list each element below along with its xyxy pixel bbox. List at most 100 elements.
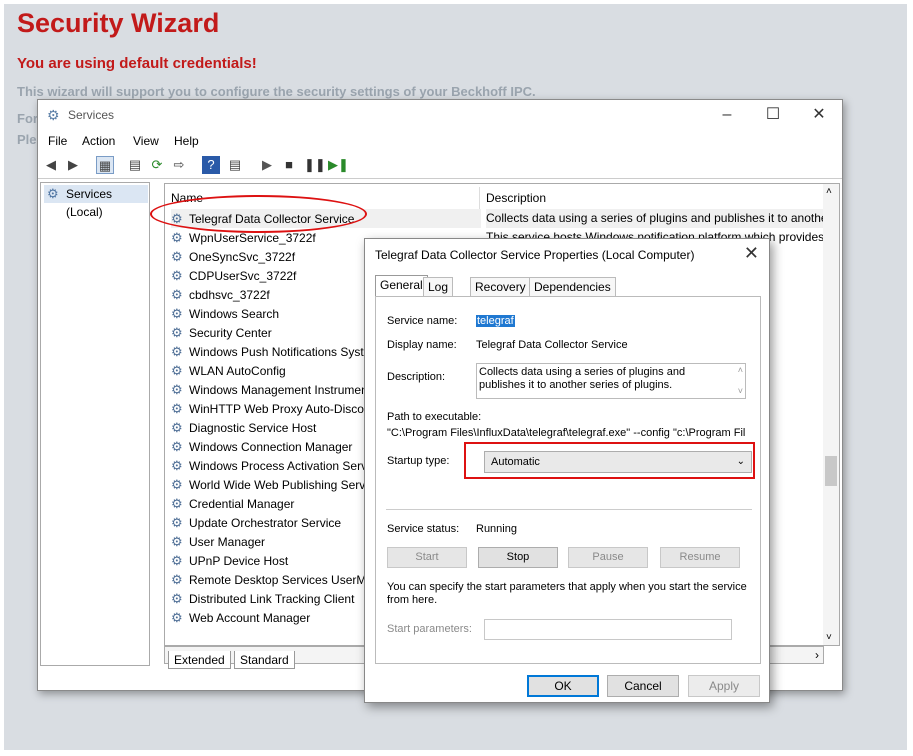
menu-action[interactable]: Action bbox=[82, 134, 115, 148]
export-icon[interactable]: ⇨ bbox=[170, 156, 188, 174]
gear-icon: ⚙ bbox=[171, 458, 183, 473]
ok-button[interactable]: OK bbox=[527, 675, 599, 697]
general-tab-body: Service name: telegraf Display name: Tel… bbox=[375, 296, 761, 664]
service-name: World Wide Web Publishing Service bbox=[189, 478, 381, 492]
warning-text: You are using default credentials! bbox=[17, 55, 257, 72]
start-parameters-input[interactable] bbox=[484, 619, 732, 640]
page-title: Security Wizard bbox=[17, 8, 220, 38]
start-button[interactable]: Start bbox=[387, 547, 467, 568]
scroll-right-icon[interactable]: › bbox=[815, 648, 819, 662]
services-gear-icon: ⚙ bbox=[47, 107, 60, 123]
gear-icon: ⚙ bbox=[171, 477, 183, 492]
service-name: WLAN AutoConfig bbox=[189, 364, 286, 378]
restart-icon[interactable]: ▶❚ bbox=[328, 156, 349, 174]
tree-pane: ⚙ Services (Local) bbox=[40, 182, 150, 666]
dialog-title: Telegraf Data Collector Service Properti… bbox=[375, 248, 695, 262]
back-icon[interactable]: ◀ bbox=[42, 156, 60, 174]
column-header-description[interactable]: Description bbox=[480, 187, 826, 209]
stop-icon[interactable]: ■ bbox=[280, 156, 298, 174]
gear-icon: ⚙ bbox=[171, 249, 183, 264]
highlight-box bbox=[464, 442, 755, 479]
refresh-icon[interactable]: ⟳ bbox=[148, 156, 166, 174]
start-parameters-label: Start parameters: bbox=[387, 623, 472, 635]
service-name: Credential Manager bbox=[189, 497, 295, 511]
service-name: OneSyncSvc_3722f bbox=[189, 250, 296, 264]
service-name: Windows Push Notifications System bbox=[189, 345, 381, 359]
gear-icon: ⚙ bbox=[171, 610, 183, 625]
service-status-value: Running bbox=[476, 523, 517, 535]
description-label: Description: bbox=[387, 371, 446, 383]
show-tree-icon[interactable]: ▦ bbox=[96, 156, 114, 174]
properties-icon[interactable]: ▤ bbox=[126, 156, 144, 174]
service-name: Diagnostic Service Host bbox=[189, 421, 317, 435]
tab-standard[interactable]: Standard bbox=[234, 651, 295, 669]
dialog-close-icon[interactable]: ✕ bbox=[744, 243, 759, 264]
cancel-button[interactable]: Cancel bbox=[607, 675, 679, 697]
scroll-up-icon[interactable]: ˄ bbox=[826, 186, 832, 197]
gear-icon: ⚙ bbox=[171, 420, 183, 435]
service-name: Distributed Link Tracking Client bbox=[189, 592, 355, 606]
gear-icon: ⚙ bbox=[171, 572, 183, 587]
menu-file[interactable]: File bbox=[48, 134, 67, 148]
service-name: Security Center bbox=[189, 326, 272, 340]
tab-dependencies[interactable]: Dependencies bbox=[529, 277, 616, 296]
pause-icon[interactable]: ❚❚ bbox=[304, 156, 326, 174]
tab-log-on[interactable]: Log On bbox=[423, 277, 454, 312]
toolbar: ◀ ▶ ▦ ▤ ⟳ ⇨ ? ▤ ▶ ■ ❚❚ ▶❚ bbox=[38, 153, 842, 179]
play-icon[interactable]: ▶ bbox=[258, 156, 276, 174]
apply-button[interactable]: Apply bbox=[688, 675, 760, 697]
gear-icon: ⚙ bbox=[171, 344, 183, 359]
service-name: WpnUserService_3722f bbox=[189, 231, 316, 245]
service-description: Collects data using a series of plugins … bbox=[486, 209, 823, 228]
resume-button[interactable]: Resume bbox=[660, 547, 740, 568]
service-name: cbdhsvc_3722f bbox=[189, 288, 270, 302]
tab-extended[interactable]: Extended bbox=[168, 651, 231, 669]
gear-icon: ⚙ bbox=[171, 515, 183, 530]
service-name: Web Account Manager bbox=[189, 611, 311, 625]
vertical-scrollbar[interactable]: ˄ ˅ bbox=[823, 184, 839, 645]
tab-general[interactable]: General bbox=[375, 275, 428, 297]
description-box[interactable]: Collects data using a series of plugins … bbox=[476, 363, 746, 399]
gear-icon: ⚙ bbox=[171, 534, 183, 549]
gear-icon: ⚙ bbox=[171, 268, 183, 283]
gear-icon: ⚙ bbox=[171, 591, 183, 606]
menu-help[interactable]: Help bbox=[174, 134, 199, 148]
gear-icon: ⚙ bbox=[171, 306, 183, 321]
service-name-value[interactable]: telegraf bbox=[476, 315, 515, 327]
services-window-title: Services bbox=[68, 108, 115, 122]
gear-icon: ⚙ bbox=[171, 439, 183, 454]
close-button[interactable]: ✕ bbox=[804, 105, 834, 125]
tree-item-label: Services (Local) bbox=[66, 187, 113, 219]
view-icon[interactable]: ▤ bbox=[226, 156, 244, 174]
display-name-value[interactable]: Telegraf Data Collector Service bbox=[476, 339, 628, 351]
stop-button[interactable]: Stop bbox=[478, 547, 558, 568]
description-scroll-up-icon[interactable]: ˄ bbox=[738, 364, 743, 377]
forward-icon[interactable]: ▶ bbox=[64, 156, 82, 174]
path-value[interactable]: "C:\Program Files\InfluxData\telegraf\te… bbox=[387, 427, 745, 439]
path-label: Path to executable: bbox=[387, 411, 482, 423]
gear-icon: ⚙ bbox=[171, 325, 183, 340]
service-name: Windows Search bbox=[189, 307, 280, 321]
menu-view[interactable]: View bbox=[133, 134, 159, 148]
help-icon[interactable]: ? bbox=[202, 156, 220, 174]
service-name: WinHTTP Web Proxy Auto-Discovery bbox=[189, 402, 387, 416]
divider bbox=[386, 509, 752, 510]
display-name-label: Display name: bbox=[387, 339, 457, 351]
minimize-button[interactable]: – bbox=[712, 105, 742, 125]
startup-type-label: Startup type: bbox=[387, 455, 450, 467]
description-scroll-down-icon[interactable]: ˅ bbox=[738, 385, 743, 398]
service-name-label: Service name: bbox=[387, 315, 458, 327]
service-name: Windows Connection Manager bbox=[189, 440, 353, 454]
tab-recovery[interactable]: Recovery bbox=[470, 277, 531, 296]
gear-icon: ⚙ bbox=[171, 382, 183, 397]
pause-button[interactable]: Pause bbox=[568, 547, 648, 568]
maximize-button[interactable]: ☐ bbox=[758, 105, 788, 125]
wizard-line-2: For bbox=[17, 111, 38, 126]
scroll-thumb[interactable] bbox=[825, 456, 837, 486]
tree-item-services-local[interactable]: ⚙ Services (Local) bbox=[44, 185, 148, 219]
gear-icon: ⚙ bbox=[171, 496, 183, 511]
help-text: You can specify the start parameters tha… bbox=[387, 581, 747, 606]
scroll-down-icon[interactable]: ˅ bbox=[826, 632, 832, 643]
description-text: Collects data using a series of plugins … bbox=[479, 366, 686, 391]
service-name: Update Orchestrator Service bbox=[189, 516, 342, 530]
